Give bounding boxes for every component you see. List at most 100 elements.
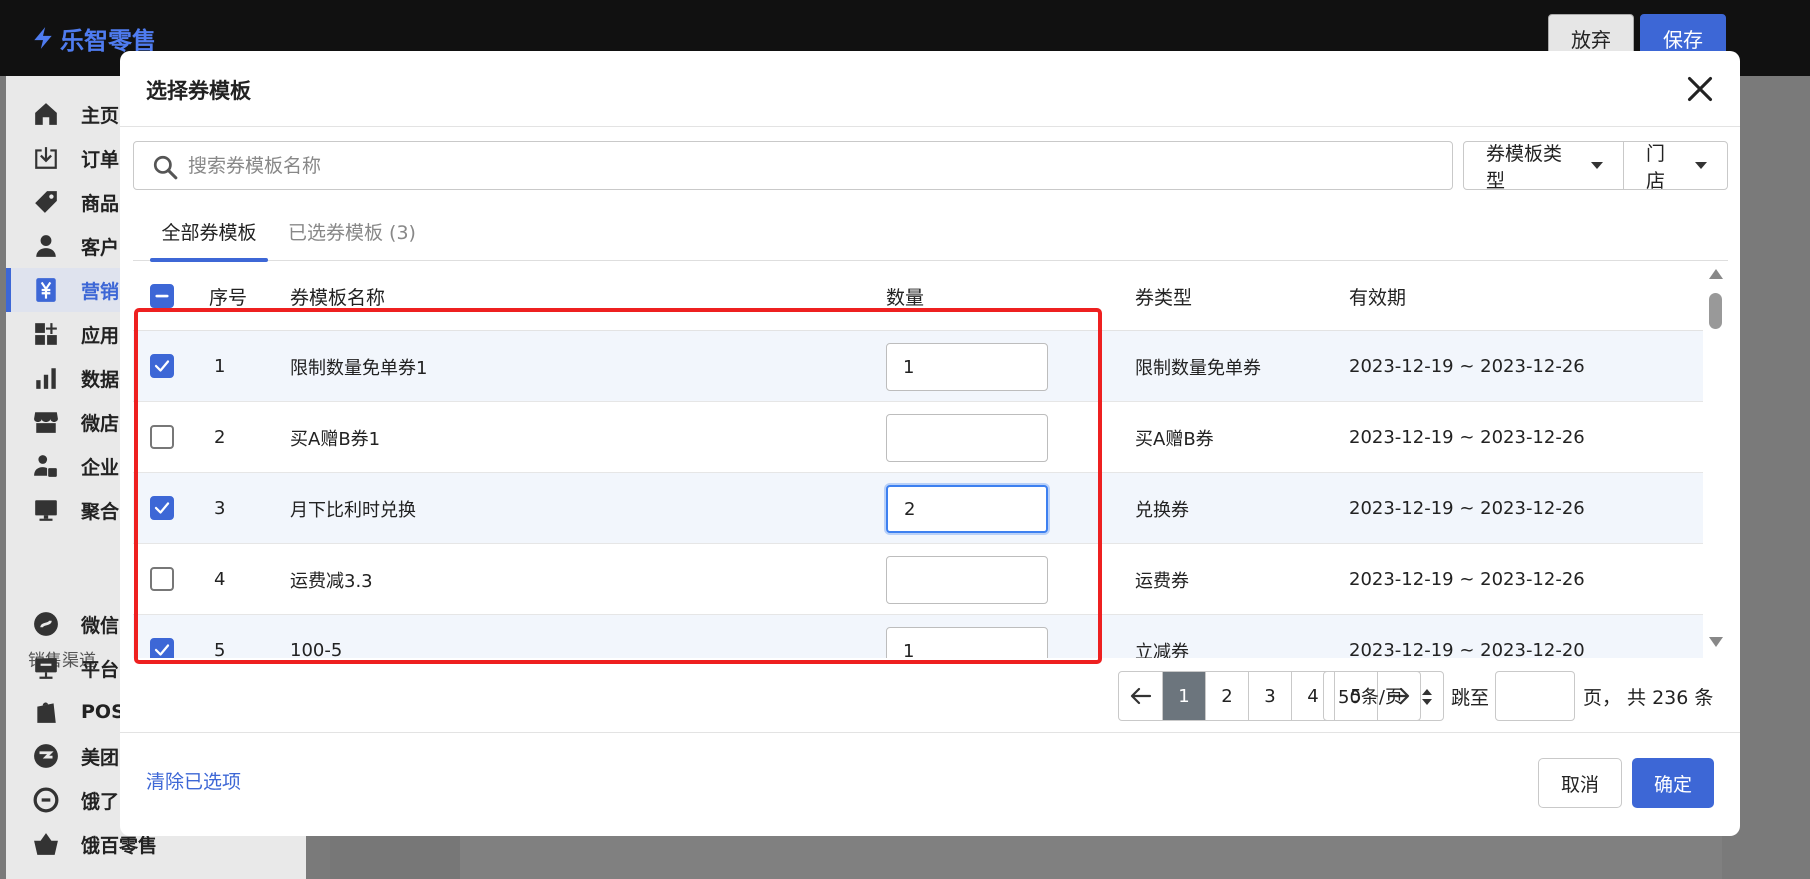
- row-checkbox[interactable]: [150, 567, 174, 591]
- sidebar-item-label: POS: [81, 701, 125, 723]
- cell-name: 买A赠B券1: [290, 428, 381, 450]
- row-checkbox[interactable]: [150, 425, 174, 449]
- wechat-icon: [32, 610, 60, 638]
- row-checkbox[interactable]: [150, 496, 174, 520]
- search-box: [133, 141, 1453, 190]
- header-quantity: 数量: [886, 286, 925, 309]
- cell-validity: 2023-12-19 ~ 2023-12-26: [1349, 356, 1585, 377]
- cell-index: 2: [214, 427, 226, 448]
- cell-type: 立减券: [1135, 641, 1189, 659]
- arrow-left-icon: [1130, 687, 1151, 705]
- cell-name: 月下比利时兑换: [290, 499, 416, 521]
- check-icon: [154, 644, 170, 656]
- sort-updown-icon: [1422, 689, 1432, 705]
- row-checkbox[interactable]: [150, 638, 174, 658]
- scroll-down-arrow-icon[interactable]: [1709, 637, 1723, 647]
- cell-index: 5: [214, 640, 226, 658]
- sidebar-item-label: 商品: [81, 192, 120, 215]
- table-row[interactable]: 5 100-5 立减券 2023-12-19 ~ 2023-12-20: [133, 615, 1703, 658]
- page-button-2[interactable]: 2: [1205, 672, 1248, 720]
- header-index: 序号: [209, 286, 248, 309]
- table-row[interactable]: 4 运费减3.3 运费券 2023-12-19 ~ 2023-12-26: [133, 544, 1703, 615]
- cell-index: 4: [214, 569, 226, 590]
- confirm-button[interactable]: 确定: [1632, 758, 1714, 808]
- monitor-icon: [32, 496, 60, 524]
- cell-name: 100-5: [290, 640, 343, 658]
- cell-type: 兑换券: [1135, 499, 1189, 521]
- jump-to-label: 跳至: [1451, 686, 1490, 709]
- row-checkbox[interactable]: [150, 354, 174, 378]
- cell-name: 运费减3.3: [290, 570, 373, 592]
- cell-validity: 2023-12-19 ~ 2023-12-26: [1349, 569, 1585, 590]
- sidebar-item-label: 企业: [81, 456, 120, 479]
- table-scrollbar[interactable]: [1703, 261, 1728, 658]
- tab-selected-templates[interactable]: 已选券模板 (3): [288, 201, 416, 261]
- sidebar-item-label: 主页: [81, 104, 120, 127]
- scroll-thumb[interactable]: [1709, 293, 1722, 329]
- cell-name: 限制数量免单券1: [290, 357, 428, 379]
- sidebar-item-label: 美团: [81, 746, 120, 769]
- table-header: 序号 券模板名称 数量 券类型 有效期: [133, 261, 1703, 331]
- table-row[interactable]: 2 买A赠B券1 买A赠B券 2023-12-19 ~ 2023-12-26: [133, 402, 1703, 473]
- sidebar-item-label: 订单: [81, 148, 120, 171]
- cell-type: 限制数量免单券: [1135, 357, 1261, 379]
- store-filter[interactable]: 门店: [1623, 142, 1727, 192]
- dialog-footer: 清除已选项 取消 确定: [120, 732, 1740, 836]
- coupon-template-table: 序号 券模板名称 数量 券类型 有效期 1 限制数量免单券1 限制数量免单券 2…: [133, 261, 1703, 658]
- select-all-checkbox[interactable]: [150, 284, 174, 308]
- sidebar-item-label: 应用: [81, 324, 120, 347]
- platform-icon: [32, 654, 60, 682]
- scroll-up-arrow-icon[interactable]: [1709, 269, 1723, 279]
- page-size-value: 50条/页: [1338, 687, 1403, 708]
- coupon-type-filter[interactable]: 券模板类型: [1464, 142, 1623, 192]
- apps-icon: [32, 320, 60, 348]
- quantity-input[interactable]: [886, 485, 1048, 533]
- indeterminate-icon: [155, 294, 169, 298]
- tab-all-templates[interactable]: 全部券模板: [150, 201, 268, 262]
- jump-page-input[interactable]: [1495, 671, 1575, 721]
- basket-icon: [32, 830, 60, 858]
- cell-validity: 2023-12-19 ~ 2023-12-26: [1349, 498, 1585, 519]
- sidebar-item-label: 平台: [81, 658, 120, 681]
- cell-type: 买A赠B券: [1135, 428, 1214, 450]
- total-count-label: 页， 共 236 条: [1583, 686, 1714, 709]
- store-filter-label: 门店: [1646, 142, 1666, 192]
- sidebar-item-label: 聚合: [81, 500, 120, 523]
- close-icon: [1687, 76, 1713, 102]
- sidebar-item-label: 客户: [81, 236, 120, 259]
- quantity-input[interactable]: [886, 414, 1048, 462]
- header-type: 券类型: [1135, 286, 1193, 309]
- close-button[interactable]: [1682, 71, 1718, 107]
- shopify-bag-icon: [32, 698, 60, 726]
- home-icon: [32, 100, 60, 128]
- store-icon: [32, 408, 60, 436]
- bar-chart-icon: [32, 364, 60, 392]
- page-size-select[interactable]: 50条/页: [1323, 671, 1444, 721]
- sidebar-item-label: 饿了: [81, 790, 120, 813]
- cell-type: 运费券: [1135, 570, 1189, 592]
- table-row[interactable]: 1 限制数量免单券1 限制数量免单券 2023-12-19 ~ 2023-12-…: [133, 331, 1703, 402]
- eleme-icon: [32, 786, 60, 814]
- brand-logo[interactable]: 乐智零售: [30, 22, 156, 55]
- quantity-input[interactable]: [886, 556, 1048, 604]
- select-coupon-template-dialog: 选择券模板 券模板类型 门店 全部券模板 已选券模板 (3) 序号 券模板名称 …: [120, 51, 1740, 836]
- logo-icon: [34, 27, 52, 49]
- download-icon: [32, 144, 60, 172]
- caret-down-icon: [1591, 162, 1604, 169]
- cell-validity: 2023-12-19 ~ 2023-12-20: [1349, 640, 1585, 658]
- page-button-3[interactable]: 3: [1248, 672, 1291, 720]
- clear-selection-link[interactable]: 清除已选项: [146, 767, 241, 794]
- quantity-input[interactable]: [886, 343, 1048, 391]
- table-row[interactable]: 3 月下比利时兑换 兑换券 2023-12-19 ~ 2023-12-26: [133, 473, 1703, 544]
- quantity-input[interactable]: [886, 627, 1048, 658]
- search-input[interactable]: [188, 150, 1438, 182]
- enterprise-user-icon: [32, 452, 60, 480]
- prev-page-button[interactable]: [1119, 672, 1162, 720]
- sidebar-item-label: 营销: [81, 280, 120, 303]
- meituan-icon: [32, 742, 60, 770]
- filter-group: 券模板类型 门店: [1463, 141, 1728, 192]
- cell-index: 1: [214, 356, 226, 377]
- sidebar-item-label: 微信: [81, 614, 120, 637]
- page-button-1[interactable]: 1: [1162, 672, 1205, 720]
- cancel-button[interactable]: 取消: [1538, 758, 1622, 808]
